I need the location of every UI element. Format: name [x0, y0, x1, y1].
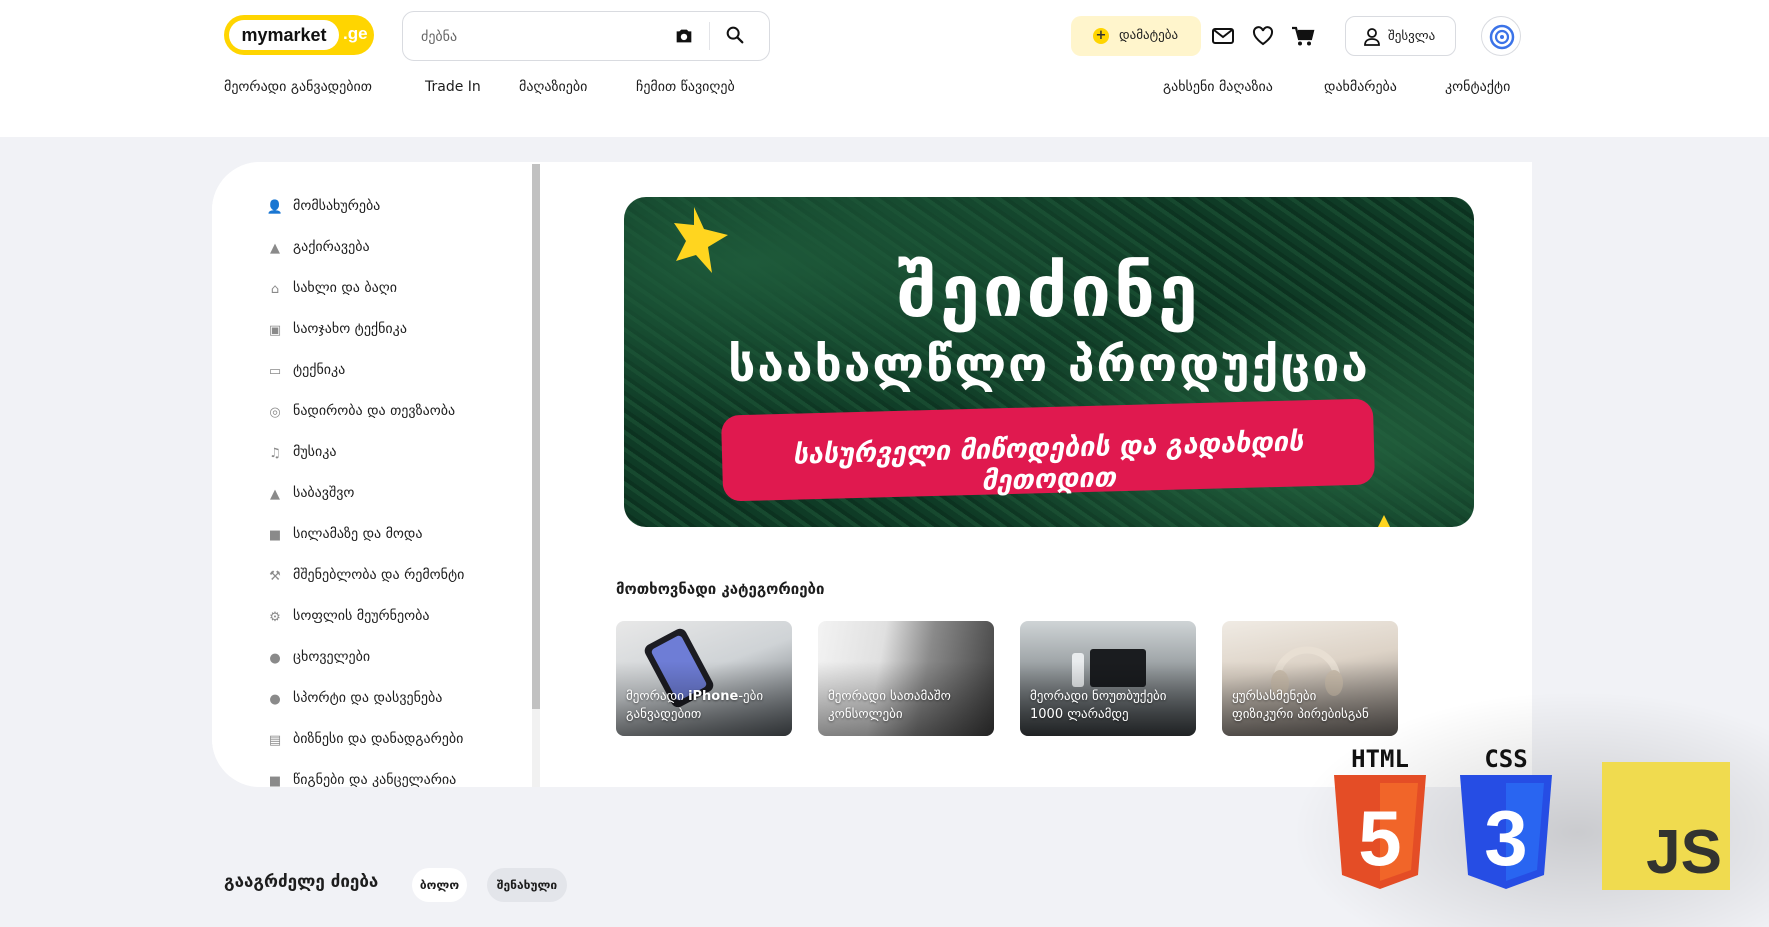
star-icon — [1378, 515, 1390, 527]
add-listing-button[interactable]: + დამატება — [1071, 16, 1201, 56]
css3-icon: 3 — [1460, 775, 1552, 889]
sidebar-item-label: ბიზნესი და დანადგარები — [293, 731, 464, 747]
category-sidebar: 👤 მომსახურება ▲ გაქირავება ⌂ სახლი და ბაღი ▣ სა… — [212, 162, 540, 787]
sidebar-item-label: მუსიკა — [293, 444, 337, 460]
tshirt-icon: ■ — [268, 527, 282, 543]
camera-icon: ▣ — [268, 322, 282, 338]
sidebar-item-label: ნადირობა და თევზაობა — [293, 403, 456, 419]
mail-icon[interactable] — [1210, 24, 1236, 48]
nav-item-contact[interactable]: კონტაქტი — [1445, 79, 1510, 95]
sidebar-item-label: საბავშვო — [293, 485, 355, 501]
sidebar-item-label: სპორტი და დასვენება — [293, 690, 443, 706]
banner-pill-text: სასურველი მიწოდების და გადახდის მეთოდით — [792, 426, 1304, 497]
login-button[interactable]: შესვლა — [1345, 16, 1456, 56]
sidebar-item-label: მშენებლობა და რემონტი — [293, 567, 465, 583]
sidebar-item-label: საოჯახო ტექნიკა — [293, 321, 407, 337]
target-icon: ◎ — [269, 404, 281, 420]
person-icon: 👤 — [266, 199, 284, 215]
logo-text: mymarket — [229, 20, 339, 50]
nav-item-installments[interactable]: მეორადი განვადებით — [224, 79, 372, 95]
sidebar-item-label: წიგნები და კანცელარია — [293, 772, 457, 787]
user-icon — [1364, 28, 1380, 46]
ball-icon: ● — [269, 691, 281, 707]
saved-searches-tab[interactable]: შენახული — [487, 868, 567, 902]
paw-icon: ● — [269, 650, 281, 666]
search-box — [402, 11, 770, 61]
sidebar-item-label: ცხოველები — [293, 649, 371, 665]
login-label: შესვლა — [1388, 29, 1436, 44]
card-label: მეორადი სათამაშო კონსოლები — [828, 689, 951, 722]
search-divider — [709, 22, 710, 50]
card-label: მეორადი ნოუთბუქები 1000 ლარამდე — [1030, 689, 1167, 722]
sidebar-item-label: ტექნიკა — [293, 362, 346, 378]
html-label: HTML — [1351, 745, 1409, 773]
sidebar-item-label: მომსახურება — [293, 198, 381, 214]
sidebar-item-label: გაქირავება — [293, 239, 370, 255]
html5-number: 5 — [1358, 794, 1401, 882]
archive-icon: ▤ — [268, 732, 282, 748]
site-header: mymarket .ge + დამატება შესვლა მეორადი გ… — [0, 0, 1769, 137]
search-icon[interactable] — [724, 24, 746, 46]
search-input[interactable] — [421, 26, 661, 48]
nav-item-trade-in[interactable]: Trade In — [425, 79, 481, 95]
music-icon: ♫ — [269, 445, 281, 461]
js-icon: JS — [1602, 762, 1730, 890]
plus-icon: + — [1093, 28, 1109, 44]
home-icon: ⌂ — [270, 281, 280, 297]
banner-subtitle: საახალწლო პროდუქცია — [728, 337, 1370, 393]
sidebar-item-label: სოფლის მეურნეობა — [293, 608, 430, 624]
popular-categories-title: მოთხოვნადი კატეგორიები — [616, 580, 825, 598]
js-label: JS — [1646, 818, 1722, 887]
banner-title: შეიძინე — [897, 249, 1201, 333]
banner-pill: სასურველი მიწოდების და გადახდის მეთოდით — [720, 398, 1376, 502]
sidebar-item-label: სახლი და ბაღი — [293, 280, 397, 296]
partner-logo-icon[interactable] — [1481, 16, 1521, 56]
logo[interactable]: mymarket .ge — [224, 15, 374, 55]
cart-icon[interactable] — [1290, 24, 1316, 48]
hammer-icon: ⚒ — [269, 568, 281, 584]
heart-icon[interactable] — [1250, 24, 1276, 48]
nav-item-pickup[interactable]: ჩემით წავიღებ — [636, 79, 735, 95]
stroller-icon: ▲ — [270, 486, 280, 502]
camera-icon[interactable] — [673, 25, 695, 47]
popular-card-laptops[interactable]: მეორადი ნოუთბუქები 1000 ლარამდე — [1020, 621, 1196, 736]
tractor-icon: ⚙ — [269, 609, 281, 625]
shapes-icon: ▲ — [270, 240, 280, 256]
css-label: CSS — [1484, 745, 1528, 773]
card-label: მეორადი iPhone-ები განვადებით — [626, 689, 764, 722]
css3-number: 3 — [1484, 794, 1527, 882]
popular-card-consoles[interactable]: მეორადი სათამაშო კონსოლები — [818, 621, 994, 736]
recent-searches-tab[interactable]: ბოლო — [412, 868, 467, 902]
book-icon: ■ — [268, 773, 282, 788]
html5-icon: 5 — [1334, 775, 1426, 889]
nav-item-help[interactable]: დახმარება — [1324, 79, 1397, 95]
popular-card-iphone[interactable]: მეორადი iPhone-ები განვადებით — [616, 621, 792, 736]
logo-suffix: .ge — [343, 24, 368, 43]
battery-icon: ▭ — [268, 363, 282, 379]
nav-item-open-store[interactable]: გახსენი მაღაზია — [1163, 79, 1273, 95]
add-listing-label: დამატება — [1119, 28, 1179, 43]
sidebar-item-label: სილამაზე და მოდა — [293, 526, 423, 542]
sidebar-scrollbar-thumb[interactable] — [532, 164, 540, 709]
continue-search-title: გააგრძელე ძიება — [224, 872, 379, 892]
promo-banner[interactable]: შეიძინე საახალწლო პროდუქცია სასურველი მი… — [624, 197, 1474, 527]
nav-item-stores[interactable]: მაღაზიები — [519, 79, 587, 95]
